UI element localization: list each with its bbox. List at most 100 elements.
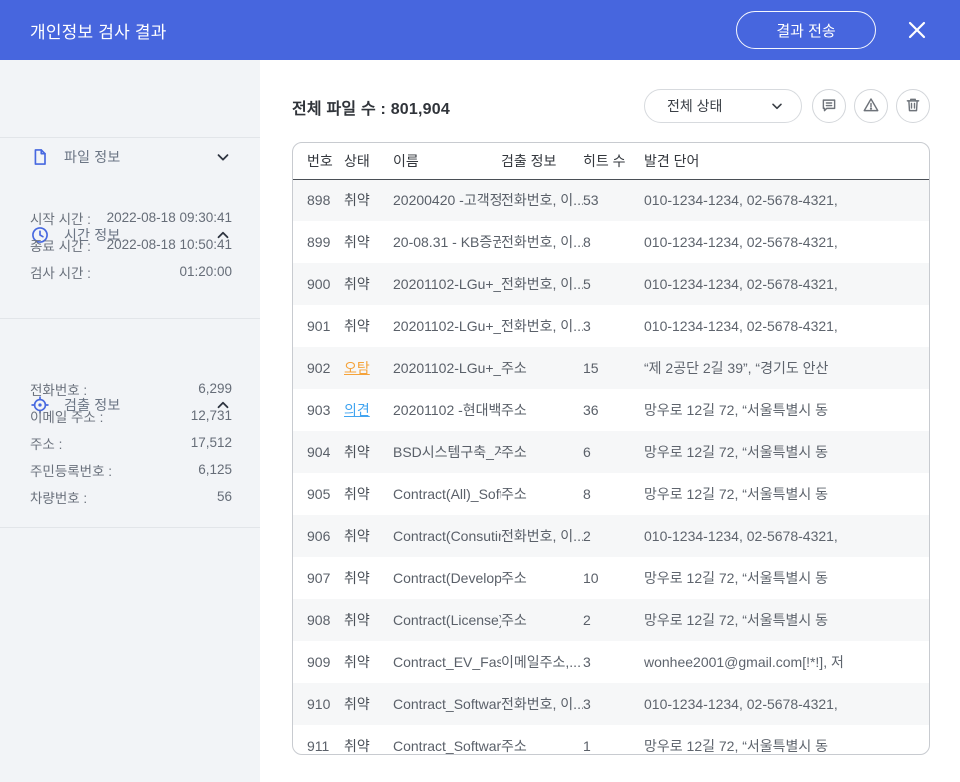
cell-name: 20201102-LGu+_Q... [393,305,501,347]
time-info-label: 시작 시간 : [30,208,91,228]
cell-name: 20-08.31 - KB증권... [393,221,501,263]
cell-found-words: wonhee2001@gmail.com[!*!], 저 [644,641,929,683]
cell-detected: 주소 [501,725,583,755]
cell-hits: 6 [583,431,644,473]
table-row[interactable]: 904 취약 BSD시스템구축_계... 주소 6 망우로 12길 72, “서… [293,431,929,473]
cell-detected: 주소 [501,431,583,473]
detect-info-value: 56 [217,489,232,504]
status-badge[interactable]: 취약 [344,696,370,712]
table-row[interactable]: 899 취약 20-08.31 - KB증권... 전화번호, 이... 8 0… [293,221,929,263]
cell-number: 910 [293,683,344,725]
status-badge[interactable]: 취약 [344,528,370,544]
cell-name: BSD시스템구축_계... [393,431,501,473]
cell-hits: 2 [583,515,644,557]
status-badge[interactable]: 취약 [344,444,370,460]
time-info-label: 종료 시간 : [30,235,91,255]
status-filter-dropdown[interactable]: 전체 상태 [644,89,802,123]
cell-detected: 전화번호, 이... [501,683,583,725]
status-badge[interactable]: 취약 [344,318,370,334]
comment-icon [820,96,838,117]
time-info-value: 2022-08-18 10:50:41 [107,237,232,252]
cell-detected: 주소 [501,599,583,641]
sidebar-divider [0,318,260,319]
time-info-row: 시작 시간 : 2022-08-18 09:30:41 [0,204,260,231]
sidebar-section-file-info[interactable]: 파일 정보 [0,135,260,179]
table-row[interactable]: 906 취약 Contract(Consutin... 전화번호, 이... 2… [293,515,929,557]
cell-detected: 주소 [501,557,583,599]
cell-detected: 이메일주소,... [501,641,583,683]
page-title: 개인정보 검사 결과 [30,18,167,43]
detect-info-value: 6,125 [198,462,232,477]
table-row[interactable]: 903 의견 20201102 -현대백... 주소 36 망우로 12길 72… [293,389,929,431]
status-badge[interactable]: 오탐 [344,360,370,376]
cell-name: Contract(Develop... [393,557,501,599]
cell-name: Contract(All)_Soft... [393,473,501,515]
column-header-number: 번호 [293,143,344,179]
detect-info-value: 6,299 [198,381,232,396]
cell-found-words: “제 2공단 2길 39”, “경기도 안산 [644,347,929,389]
close-icon [906,29,928,44]
send-results-label: 결과 전송 [776,20,835,41]
cell-number: 902 [293,347,344,389]
cell-detected: 주소 [501,389,583,431]
status-badge[interactable]: 취약 [344,276,370,292]
chevron-down-icon [769,98,785,114]
table-row[interactable]: 907 취약 Contract(Develop... 주소 10 망우로 12길… [293,557,929,599]
detect-info-row: 차량번호 : 56 [0,483,260,510]
cell-number: 900 [293,263,344,305]
warning-button[interactable] [854,89,888,123]
cell-hits: 36 [583,389,644,431]
column-header-name: 이름 [393,143,501,179]
detect-info-row: 주소 : 17,512 [0,429,260,456]
cell-found-words: 망우로 12길 72, “서울특별시 동 [644,599,929,641]
table-row[interactable]: 900 취약 20201102-LGu+_Q... 전화번호, 이... 5 0… [293,263,929,305]
column-header-words: 발견 단어 [644,143,929,179]
cell-number: 903 [293,389,344,431]
send-results-button[interactable]: 결과 전송 [736,11,876,49]
cell-hits: 8 [583,473,644,515]
time-info-row: 검사 시간 : 01:20:00 [0,258,260,285]
status-badge[interactable]: 취약 [344,612,370,628]
cell-name: Contract(Consutin... [393,515,501,557]
sidebar-divider [0,527,260,528]
cell-hits: 8 [583,221,644,263]
detect-info-label: 차량번호 : [30,487,87,507]
status-badge[interactable]: 취약 [344,234,370,250]
detect-info-rows: 전화번호 : 6,299 이메일 주소 : 12,731 주소 : 17,512… [0,375,260,510]
sidebar: 파일 정보 시간 정보 시작 시간 : 2022-08-18 09:30 [0,60,260,782]
status-badge[interactable]: 취약 [344,486,370,502]
table-row[interactable]: 911 취약 Contract_Software... 주소 1 망우로 12길… [293,725,929,755]
status-badge[interactable]: 취약 [344,570,370,586]
table-row[interactable]: 902 오탐 20201102-LGu+_Q... 주소 15 “제 2공단 2… [293,347,929,389]
cell-name: Contract(License)_... [393,599,501,641]
cell-detected: 전화번호, 이... [501,515,583,557]
cell-number: 898 [293,179,344,221]
detect-info-value: 17,512 [191,435,232,450]
cell-name: 20201102 -현대백... [393,389,501,431]
status-filter-selected: 전체 상태 [667,96,769,116]
cell-detected: 전화번호, 이... [501,179,583,221]
cell-name: 20201102-LGu+_Q... [393,263,501,305]
time-info-rows: 시작 시간 : 2022-08-18 09:30:41 종료 시간 : 2022… [0,204,260,285]
detect-info-label: 주소 : [30,433,62,453]
time-info-row: 종료 시간 : 2022-08-18 10:50:41 [0,231,260,258]
table-row[interactable]: 898 취약 20200420 -고객정... 전화번호, 이... 53 01… [293,179,929,221]
status-badge[interactable]: 취약 [344,738,370,754]
table-row[interactable]: 908 취약 Contract(License)_... 주소 2 망우로 12… [293,599,929,641]
cell-found-words: 망우로 12길 72, “서울특별시 동 [644,431,929,473]
table-row[interactable]: 905 취약 Contract(All)_Soft... 주소 8 망우로 12… [293,473,929,515]
trash-button[interactable] [896,89,930,123]
table-row[interactable]: 909 취약 Contract_EV_Faso... 이메일주소,... 3 w… [293,641,929,683]
cell-detected: 전화번호, 이... [501,221,583,263]
table-row[interactable]: 910 취약 Contract_Software... 전화번호, 이... 3… [293,683,929,725]
cell-found-words: 010-1234-1234, 02-5678-4321, [644,515,929,557]
detect-info-row: 전화번호 : 6,299 [0,375,260,402]
close-button[interactable] [906,19,928,41]
detect-info-label: 이메일 주소 : [30,406,103,426]
cell-found-words: 010-1234-1234, 02-5678-4321, [644,263,929,305]
table-row[interactable]: 901 취약 20201102-LGu+_Q... 전화번호, 이... 3 0… [293,305,929,347]
comment-button[interactable] [812,89,846,123]
status-badge[interactable]: 취약 [344,192,370,208]
status-badge[interactable]: 취약 [344,654,370,670]
status-badge[interactable]: 의견 [344,402,370,418]
